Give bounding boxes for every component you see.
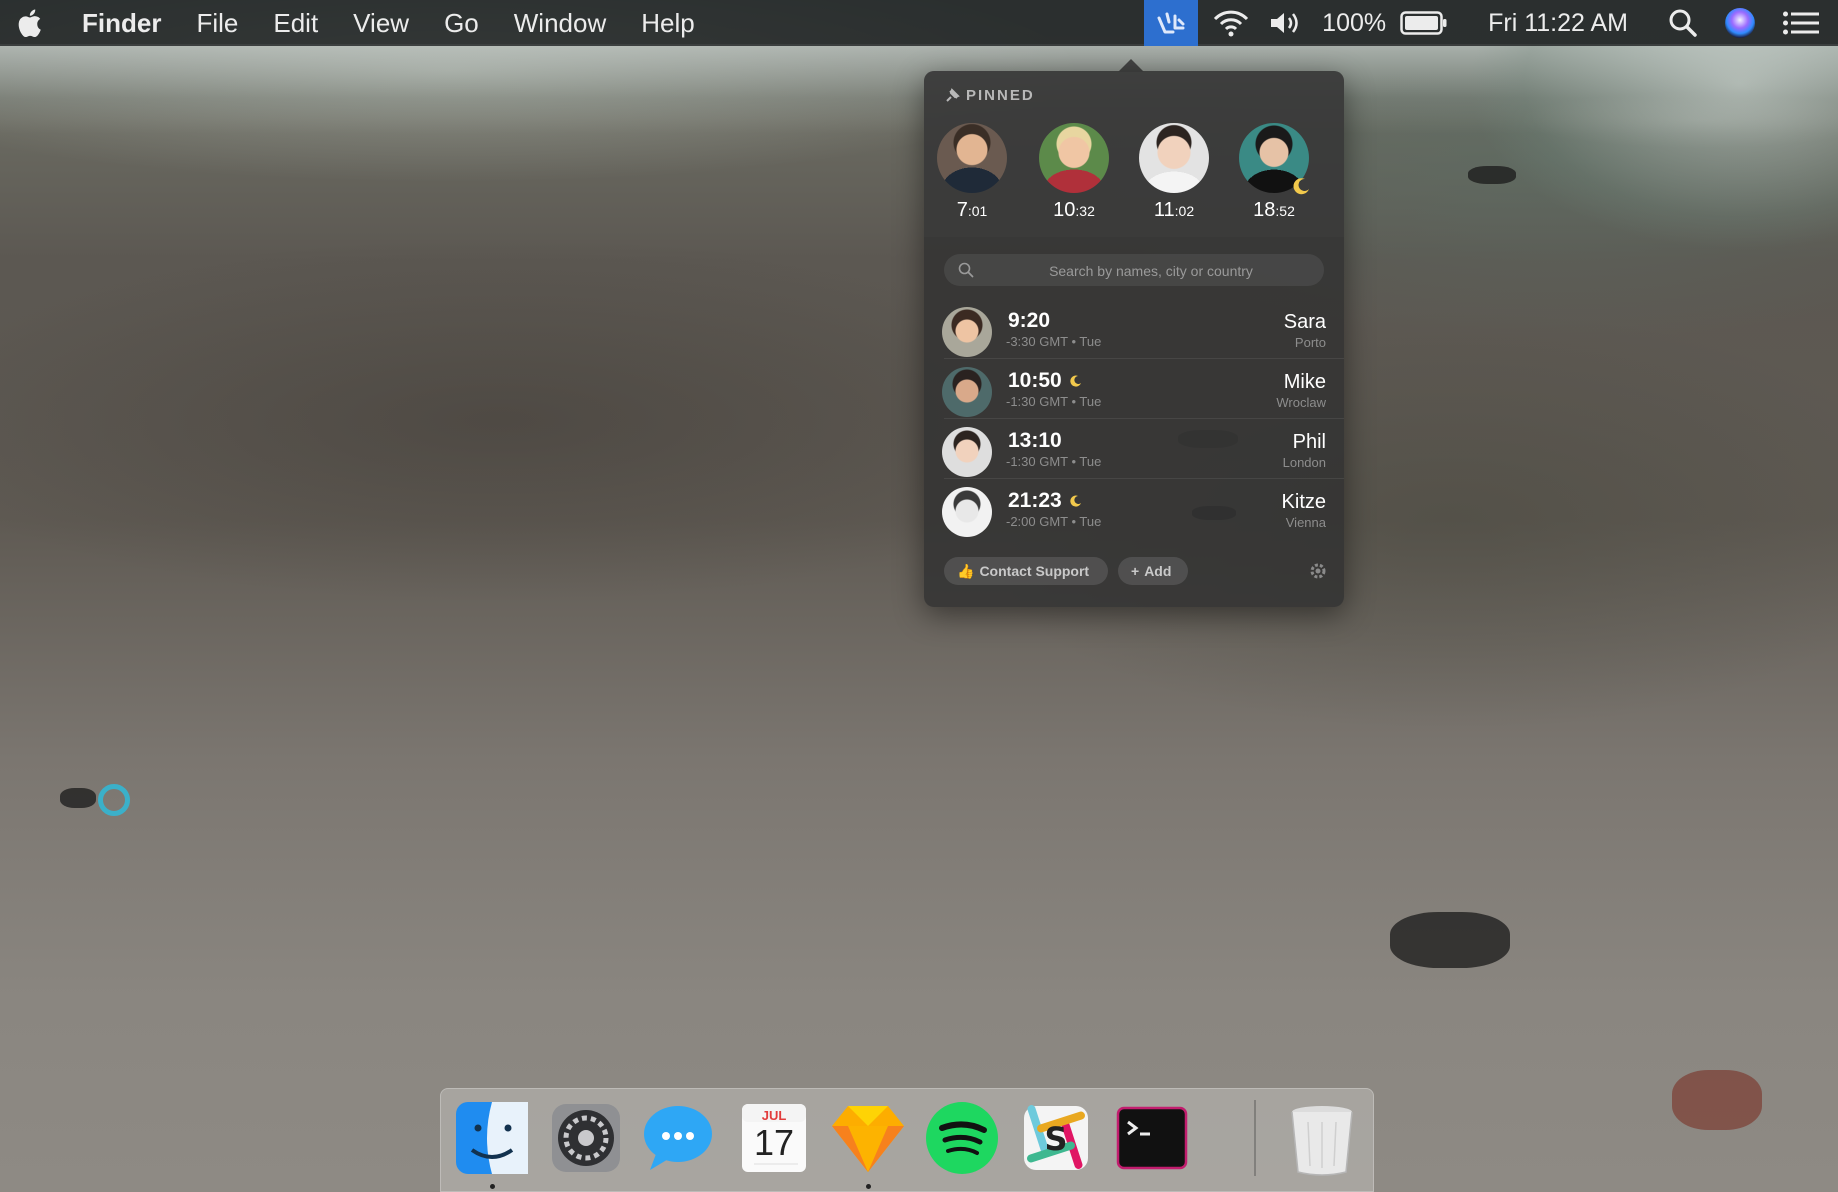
person-city: Wroclaw (1276, 395, 1326, 410)
pinned-section: PINNED 7:01 10:32 11:02 18:52 (924, 71, 1344, 237)
wallpaper-float-ring (98, 784, 130, 816)
list-item-sara[interactable]: 9:20 -3:30 GMT • Tue Sara Porto (924, 299, 1344, 359)
battery-percent: 100% (1322, 8, 1387, 37)
person-city: Porto (1294, 335, 1326, 350)
dock-system-preferences-icon[interactable] (546, 1098, 626, 1178)
person-time: 10:50 (1008, 369, 1082, 393)
dock-slack-icon[interactable]: S (1016, 1098, 1096, 1178)
timezone-app-status-button[interactable] (1144, 0, 1199, 46)
popover-footer: 👍 Contact Support + Add (924, 557, 1344, 607)
pinned-person[interactable]: 18:52 (1238, 123, 1310, 222)
menu-edit[interactable]: Edit (273, 8, 318, 39)
avatar (942, 367, 992, 417)
pinned-time: 11:02 (1153, 199, 1195, 221)
dock-messages-icon[interactable] (638, 1098, 718, 1178)
pinned-time: 18:52 (1253, 199, 1295, 221)
person-time: 13:10 (1008, 429, 1062, 452)
search-icon (958, 262, 974, 278)
list-item-mike[interactable]: 10:50 -1:30 GMT • Tue Mike Wroclaw (924, 359, 1344, 419)
wifi-icon[interactable] (1212, 9, 1250, 37)
pinned-time: 7:01 (956, 199, 988, 221)
menu-go[interactable]: Go (444, 8, 479, 39)
pinned-time: 10:32 (1053, 199, 1095, 221)
spotlight-search-icon[interactable] (1668, 8, 1698, 38)
add-button[interactable]: + Add (1118, 557, 1188, 585)
pinned-person[interactable]: 10:32 (1038, 123, 1110, 222)
person-offset: -2:00 GMT • Tue (1006, 514, 1102, 529)
person-time: 21:23 (1008, 489, 1082, 513)
person-offset: -1:30 GMT • Tue (1006, 454, 1102, 469)
dock-calendar-icon[interactable]: JUL 17 (734, 1098, 814, 1178)
avatar (942, 427, 992, 477)
menu-help[interactable]: Help (641, 8, 694, 39)
list-item-kitze[interactable]: 21:23 -2:00 GMT • Tue Kitze Vienna (924, 479, 1344, 539)
wallpaper-people-group (1390, 912, 1510, 968)
dock-spotify-icon[interactable] (922, 1098, 1002, 1178)
search-bar[interactable] (944, 254, 1324, 288)
dock-terminal-icon[interactable] (1112, 1098, 1192, 1178)
dock-finder-icon[interactable] (452, 1098, 532, 1178)
night-moon-icon (1070, 375, 1081, 387)
person-city: London (1282, 455, 1326, 470)
person-offset: -1:30 GMT • Tue (1006, 394, 1102, 409)
battery-icon[interactable] (1400, 10, 1448, 36)
search-input[interactable] (984, 254, 1318, 288)
dock-separator (1254, 1100, 1256, 1176)
menu-app-name[interactable]: Finder (82, 8, 161, 39)
apple-logo-icon[interactable] (14, 6, 48, 40)
desktop-wallpaper (0, 0, 1838, 1192)
person-name: Sara (1283, 311, 1326, 333)
night-moon-icon (1070, 495, 1081, 507)
avatar (1139, 123, 1209, 193)
person-name: Kitze (1281, 491, 1326, 513)
avatar (937, 123, 1007, 193)
add-label: Add (1144, 563, 1172, 579)
avatar (942, 487, 992, 537)
pin-icon (946, 87, 960, 102)
running-indicator (490, 1184, 495, 1189)
contact-support-button[interactable]: 👍 Contact Support (944, 557, 1108, 585)
thumbs-up-icon: 👍 (957, 562, 975, 579)
timezone-app-icon (1157, 12, 1185, 34)
pinned-header: PINNED (944, 87, 1035, 104)
person-city: Vienna (1285, 515, 1326, 530)
plus-icon: + (1131, 563, 1140, 579)
menu-view[interactable]: View (353, 8, 409, 39)
wallpaper-people-group (1672, 1070, 1762, 1130)
gear-icon[interactable] (1308, 561, 1328, 581)
dock: JUL 17 S (440, 1088, 1374, 1192)
calendar-day: 17 (753, 1122, 795, 1163)
menu-clock[interactable]: Fri 11:22 AM (1488, 9, 1628, 38)
volume-icon[interactable] (1268, 9, 1304, 37)
person-name: Mike (1283, 371, 1326, 393)
wallpaper-surf-right (1380, 44, 1838, 374)
menu-window[interactable]: Window (514, 8, 606, 39)
notification-center-icon[interactable] (1782, 9, 1820, 37)
wallpaper-person (60, 788, 96, 808)
menu-file[interactable]: File (196, 8, 238, 39)
dock-sketch-icon[interactable] (828, 1098, 908, 1178)
svg-text:S: S (1044, 1120, 1067, 1158)
siri-icon[interactable] (1724, 7, 1756, 39)
calendar-month: JUL (761, 1108, 787, 1123)
pinned-label: PINNED (966, 87, 1035, 104)
person-time: 9:20 (1008, 309, 1051, 332)
menu-bar: Finder File Edit View Go Window Help 100… (0, 0, 1838, 46)
running-indicator (866, 1184, 871, 1189)
pinned-person[interactable]: 7:01 (936, 123, 1008, 222)
contact-support-label: Contact Support (979, 563, 1090, 579)
dock-trash-icon[interactable] (1282, 1098, 1362, 1178)
timezone-popover: PINNED 7:01 10:32 11:02 18:52 Search by … (924, 71, 1344, 607)
person-name: Phil (1292, 431, 1326, 453)
person-offset: -3:30 GMT • Tue (1006, 334, 1102, 349)
pinned-person[interactable]: 11:02 (1138, 123, 1210, 222)
avatar (1039, 123, 1109, 193)
avatar (942, 307, 992, 357)
list-item-phil[interactable]: 13:10 -1:30 GMT • Tue Phil London (924, 419, 1344, 479)
night-moon-icon (1293, 178, 1309, 195)
wallpaper-person (1468, 166, 1516, 184)
